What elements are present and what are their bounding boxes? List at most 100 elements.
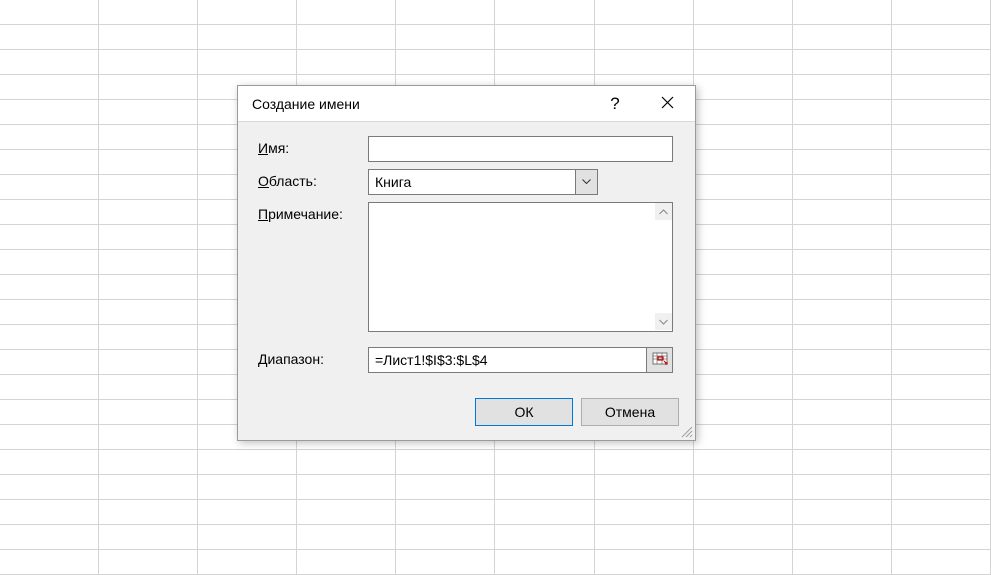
cell[interactable] (892, 500, 991, 525)
cell[interactable] (694, 500, 793, 525)
cell[interactable] (793, 525, 892, 550)
cell[interactable] (99, 375, 198, 400)
cell[interactable] (0, 300, 99, 325)
cell[interactable] (595, 0, 694, 25)
cell[interactable] (793, 275, 892, 300)
cell[interactable] (198, 25, 297, 50)
cell[interactable] (495, 50, 594, 75)
cell[interactable] (198, 475, 297, 500)
cell[interactable] (793, 75, 892, 100)
cell[interactable] (892, 325, 991, 350)
cell[interactable] (694, 150, 793, 175)
cell[interactable] (198, 500, 297, 525)
cell[interactable] (694, 425, 793, 450)
cell[interactable] (793, 425, 892, 450)
cell[interactable] (793, 350, 892, 375)
scope-select[interactable]: Книга (368, 169, 598, 195)
cell[interactable] (99, 200, 198, 225)
cell[interactable] (595, 475, 694, 500)
cell[interactable] (892, 75, 991, 100)
cell[interactable] (297, 450, 396, 475)
cell[interactable] (793, 450, 892, 475)
cell[interactable] (892, 250, 991, 275)
cell[interactable] (396, 450, 495, 475)
cell[interactable] (396, 0, 495, 25)
cell[interactable] (595, 50, 694, 75)
cell[interactable] (99, 450, 198, 475)
cell[interactable] (0, 450, 99, 475)
cell[interactable] (0, 325, 99, 350)
cell[interactable] (694, 125, 793, 150)
cell[interactable] (99, 0, 198, 25)
cell[interactable] (793, 125, 892, 150)
cell[interactable] (0, 25, 99, 50)
help-button[interactable]: ? (589, 87, 641, 121)
collapse-dialog-button[interactable] (647, 347, 673, 373)
cell[interactable] (0, 100, 99, 125)
cell[interactable] (495, 550, 594, 575)
cell[interactable] (694, 200, 793, 225)
cell[interactable] (297, 525, 396, 550)
close-button[interactable] (641, 87, 693, 121)
cell[interactable] (892, 525, 991, 550)
cell[interactable] (396, 550, 495, 575)
cell[interactable] (595, 450, 694, 475)
cell[interactable] (0, 425, 99, 450)
cell[interactable] (99, 500, 198, 525)
cell[interactable] (694, 225, 793, 250)
name-input[interactable] (368, 136, 673, 162)
cell[interactable] (892, 150, 991, 175)
cell[interactable] (297, 475, 396, 500)
cell[interactable] (99, 400, 198, 425)
cell[interactable] (396, 475, 495, 500)
cell[interactable] (793, 550, 892, 575)
cell[interactable] (99, 550, 198, 575)
cell[interactable] (99, 75, 198, 100)
cell[interactable] (694, 550, 793, 575)
cell[interactable] (892, 100, 991, 125)
cell[interactable] (0, 0, 99, 25)
cell[interactable] (198, 450, 297, 475)
cell[interactable] (99, 125, 198, 150)
cell[interactable] (892, 400, 991, 425)
cell[interactable] (0, 200, 99, 225)
cell[interactable] (99, 150, 198, 175)
cell[interactable] (793, 225, 892, 250)
cell[interactable] (297, 0, 396, 25)
cell[interactable] (99, 425, 198, 450)
cell[interactable] (595, 550, 694, 575)
cell[interactable] (297, 50, 396, 75)
cell[interactable] (793, 200, 892, 225)
cell[interactable] (396, 25, 495, 50)
cell[interactable] (495, 450, 594, 475)
cell[interactable] (694, 75, 793, 100)
cell[interactable] (892, 550, 991, 575)
cell[interactable] (595, 500, 694, 525)
cell[interactable] (595, 25, 694, 50)
ok-button[interactable]: ОК (475, 398, 573, 426)
cell[interactable] (892, 225, 991, 250)
cell[interactable] (99, 325, 198, 350)
cell[interactable] (694, 0, 793, 25)
cell[interactable] (99, 50, 198, 75)
cell[interactable] (99, 350, 198, 375)
cell[interactable] (694, 300, 793, 325)
cell[interactable] (0, 525, 99, 550)
cell[interactable] (694, 50, 793, 75)
cell[interactable] (99, 225, 198, 250)
cell[interactable] (694, 525, 793, 550)
cell[interactable] (892, 200, 991, 225)
cell[interactable] (297, 550, 396, 575)
cell[interactable] (495, 475, 594, 500)
cell[interactable] (297, 25, 396, 50)
cell[interactable] (297, 500, 396, 525)
cell[interactable] (0, 225, 99, 250)
cell[interactable] (694, 250, 793, 275)
cell[interactable] (99, 275, 198, 300)
scroll-up-icon[interactable] (655, 203, 672, 220)
cell[interactable] (495, 525, 594, 550)
cell[interactable] (495, 0, 594, 25)
cell[interactable] (694, 375, 793, 400)
cell[interactable] (892, 425, 991, 450)
cell[interactable] (793, 100, 892, 125)
